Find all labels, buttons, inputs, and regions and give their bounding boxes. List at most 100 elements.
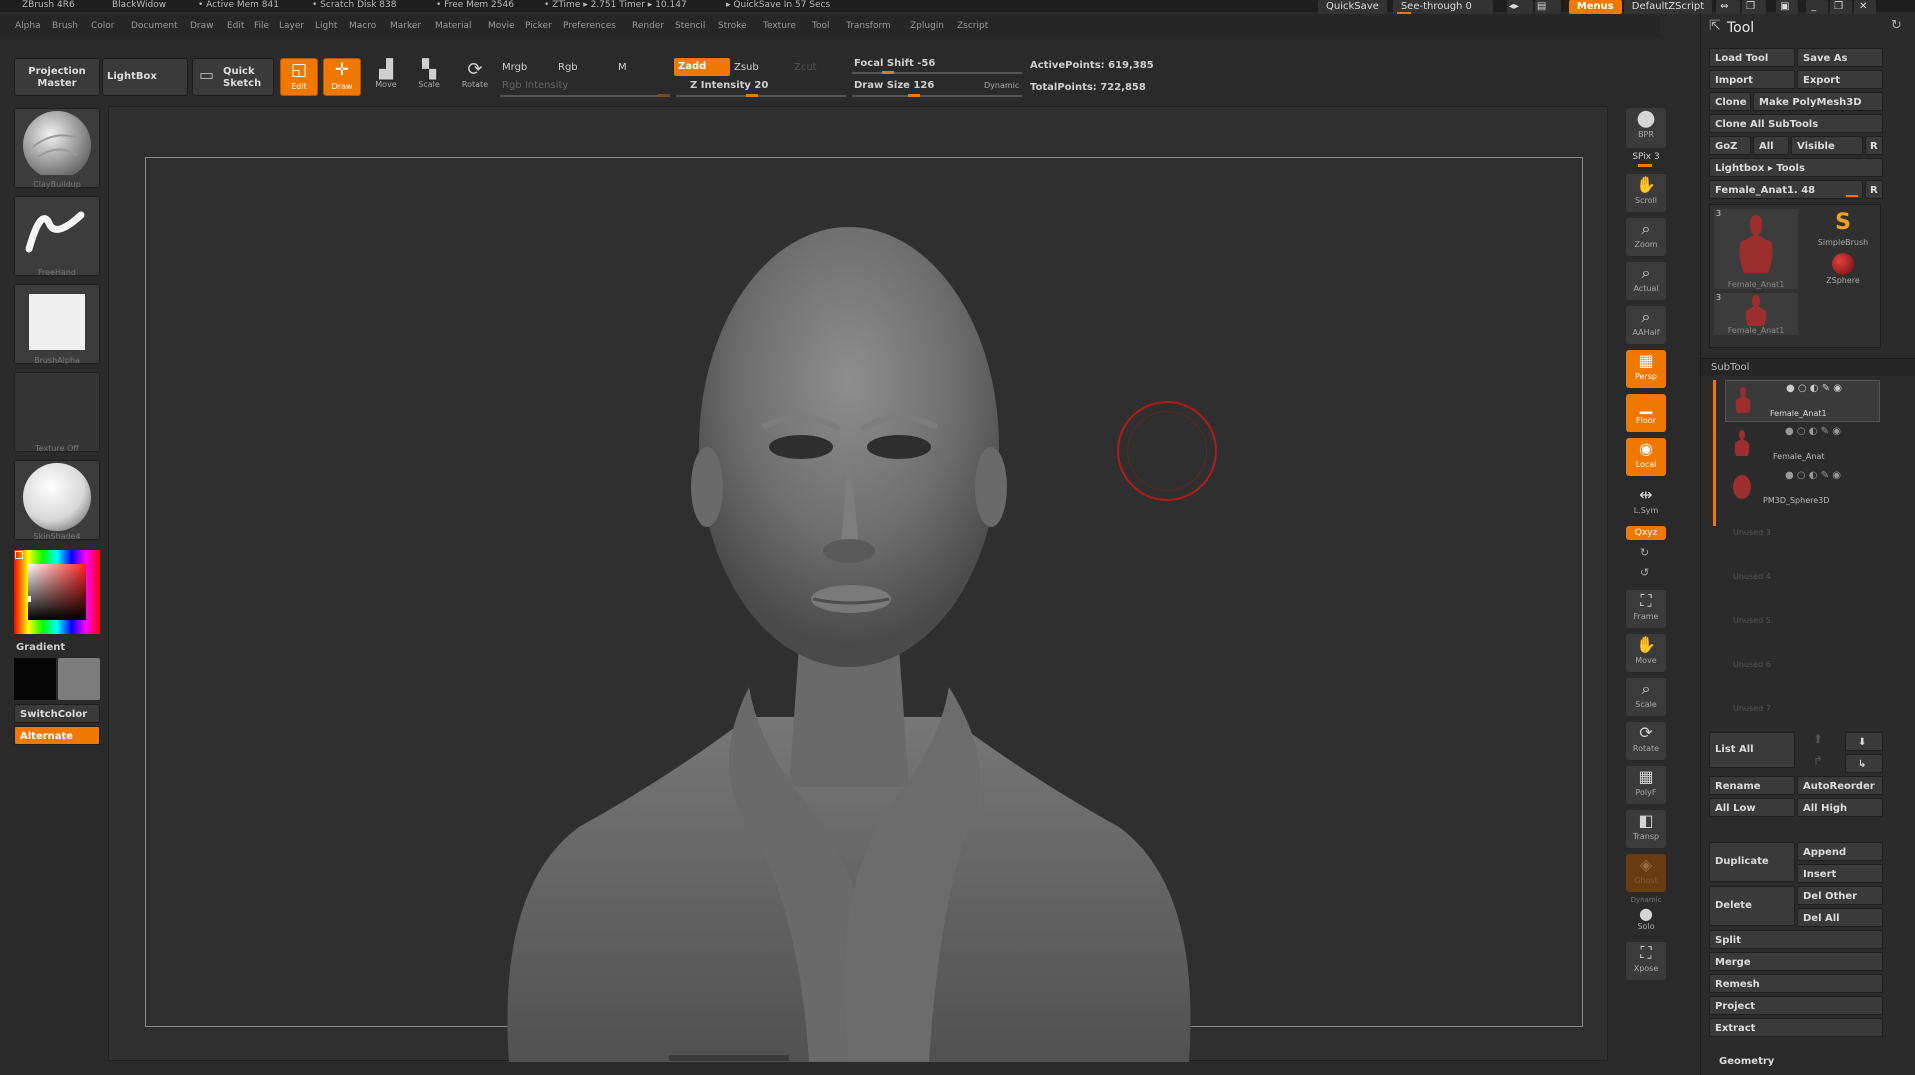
move-view-button[interactable]: ✋ Move — [1626, 634, 1666, 672]
import-button[interactable]: Import — [1709, 70, 1795, 89]
zcut-toggle[interactable]: Zcut — [794, 62, 817, 73]
scroll-icon[interactable]: ⇔ — [1716, 0, 1741, 14]
mrgb-toggle[interactable]: Mrgb — [502, 62, 527, 73]
merge-button[interactable]: Merge — [1709, 952, 1883, 971]
menus-button[interactable]: Menus — [1568, 0, 1622, 14]
quick-sketch-button[interactable]: ▭ Quick Sketch — [192, 58, 274, 96]
document-canvas[interactable] — [108, 106, 1608, 1062]
aahalf-button[interactable]: ⌕ AAHalf — [1626, 306, 1666, 344]
remesh-button[interactable]: Remesh — [1709, 974, 1883, 993]
edit-button[interactable]: ◱ Edit — [280, 58, 318, 96]
menu-zscript[interactable]: Zscript — [957, 21, 988, 31]
del-all-button[interactable]: Del All — [1797, 908, 1883, 927]
move-up-icon[interactable]: ⬆ — [1813, 732, 1823, 746]
spix-slider[interactable]: SPix 3 — [1626, 152, 1666, 162]
rotate-button[interactable]: ⟳ Rotate — [456, 60, 494, 90]
menu-stroke[interactable]: Stroke — [718, 21, 747, 31]
ghost-button[interactable]: ◈ Ghost — [1626, 854, 1666, 892]
menu-transform[interactable]: Transform — [846, 21, 891, 31]
minimize-icon[interactable]: _ — [1806, 0, 1829, 14]
menu-macro[interactable]: Macro — [349, 21, 376, 31]
menu-light[interactable]: Light — [315, 21, 337, 31]
scale-button[interactable]: ▚ Scale — [411, 60, 447, 90]
copy-icon[interactable]: ❐ — [1742, 0, 1767, 14]
z-intensity-slider[interactable]: Z Intensity 20 — [690, 80, 768, 91]
menu-edit[interactable]: Edit — [227, 21, 244, 31]
move-down-icon[interactable]: ⬇ — [1845, 732, 1883, 751]
alternate-button[interactable]: Alternate — [14, 726, 100, 745]
transp-button[interactable]: ◧ Transp — [1626, 810, 1666, 848]
quicksave-button[interactable]: QuickSave — [1318, 0, 1387, 14]
menu-material[interactable]: Material — [435, 21, 472, 31]
move-down-right-icon[interactable]: ↳ — [1845, 754, 1883, 773]
current-tool-slider[interactable]: Female_Anat1. 48 — [1709, 180, 1863, 199]
load-tool-button[interactable]: Load Tool — [1709, 48, 1795, 67]
default-zscript-button[interactable]: DefaultZScript — [1623, 0, 1713, 14]
zoom-button[interactable]: ⌕ Zoom — [1626, 218, 1666, 256]
append-button[interactable]: Append — [1797, 842, 1883, 861]
menu-alpha[interactable]: Alpha — [15, 21, 41, 31]
tool-thumb-simplebrush[interactable]: S SimpleBrush — [1808, 209, 1878, 249]
solo-button[interactable]: ● Solo — [1626, 906, 1666, 936]
color-square[interactable] — [28, 564, 86, 620]
menu-stencil[interactable]: Stencil — [675, 21, 705, 31]
lightbox-tools-button[interactable]: Lightbox ▸ Tools — [1709, 158, 1883, 177]
menu-movie[interactable]: Movie — [488, 21, 515, 31]
gradient-toggle[interactable]: Gradient — [16, 642, 65, 653]
subtool-scrollbar[interactable] — [1713, 380, 1716, 526]
tool-panel-title[interactable]: Tool — [1727, 20, 1754, 36]
save-icon[interactable]: ▣ — [1776, 0, 1799, 14]
menu-color[interactable]: Color — [91, 21, 115, 31]
zsub-toggle[interactable]: Zsub — [734, 62, 759, 73]
del-other-button[interactable]: Del Other — [1797, 886, 1883, 905]
menu-draw[interactable]: Draw — [190, 21, 214, 31]
texture-selector[interactable] — [14, 372, 100, 452]
alpha-selector[interactable] — [14, 284, 100, 364]
menu-layer[interactable]: Layer — [279, 21, 304, 31]
menu-picker[interactable]: Picker — [525, 21, 552, 31]
toggle-icon[interactable]: ◂▸ — [1506, 0, 1533, 14]
tool-thumb-female-anat[interactable]: 3 Female_Anat1 — [1714, 209, 1798, 289]
close-icon[interactable]: ✕ — [1854, 0, 1877, 14]
lsym-button[interactable]: ⇹ L.Sym — [1626, 484, 1666, 520]
color-picker[interactable] — [14, 550, 100, 634]
delete-button[interactable]: Delete — [1709, 886, 1795, 926]
draw-button[interactable]: ✛ Draw — [323, 58, 361, 96]
move-button[interactable]: ▟ Move — [368, 60, 404, 90]
move-up-right-icon[interactable]: ↱ — [1813, 754, 1823, 768]
all-high-button[interactable]: All High — [1797, 798, 1883, 817]
duplicate-button[interactable]: Duplicate — [1709, 842, 1795, 882]
split-button[interactable]: Split — [1709, 930, 1883, 949]
goz-all-button[interactable]: All — [1753, 136, 1789, 155]
make-polymesh-button[interactable]: Make PolyMesh3D — [1753, 92, 1883, 111]
subtool-toggles-icon[interactable]: ● ○ ◐ ✎ ◉ — [1786, 383, 1842, 394]
export-button[interactable]: Export — [1797, 70, 1883, 89]
clone-all-subtools-button[interactable]: Clone All SubTools — [1709, 114, 1883, 133]
menu-file[interactable]: File — [254, 21, 269, 31]
list-all-button[interactable]: List All — [1709, 732, 1795, 768]
subtool-toggles-icon[interactable]: ● ○ ◐ ✎ ◉ — [1785, 426, 1841, 437]
goz-visible-button[interactable]: Visible — [1791, 136, 1863, 155]
see-through-slider[interactable]: See-through 0 — [1392, 0, 1493, 14]
projection-master-button[interactable]: Projection Master — [14, 58, 100, 96]
draw-size-slider[interactable]: Draw Size 126 — [854, 80, 934, 91]
subtool-header[interactable]: SubTool — [1701, 358, 1915, 376]
bpr-button[interactable]: ● BPR — [1626, 108, 1666, 148]
clone-button[interactable]: Clone — [1709, 92, 1751, 111]
focal-shift-slider[interactable]: Focal Shift -56 — [854, 58, 935, 69]
panel-grip-icon[interactable]: ⇱ — [1709, 18, 1721, 34]
project-button[interactable]: Project — [1709, 996, 1883, 1015]
rotate-y-icon[interactable]: ↻ — [1640, 546, 1649, 559]
insert-button[interactable]: Insert — [1797, 864, 1883, 883]
brush-selector[interactable] — [14, 108, 100, 188]
local-button[interactable]: ◉ Local — [1626, 438, 1666, 476]
rgb-toggle[interactable]: Rgb — [558, 62, 578, 73]
restore-icon[interactable]: ❐ — [1830, 0, 1853, 14]
dynamic-toggle[interactable]: Dynamic — [984, 81, 1019, 90]
bottom-tray-handle[interactable] — [669, 1055, 789, 1061]
goz-r-button[interactable]: R — [1865, 136, 1883, 155]
xpose-button[interactable]: ⛶ Xpose — [1626, 942, 1666, 980]
subtool-item[interactable]: ● ○ ◐ ✎ ◉ Female_Anat1 — [1725, 380, 1880, 422]
menu-zplugin[interactable]: Zplugin — [910, 21, 944, 31]
rotate-z-icon[interactable]: ↺ — [1640, 566, 1649, 579]
